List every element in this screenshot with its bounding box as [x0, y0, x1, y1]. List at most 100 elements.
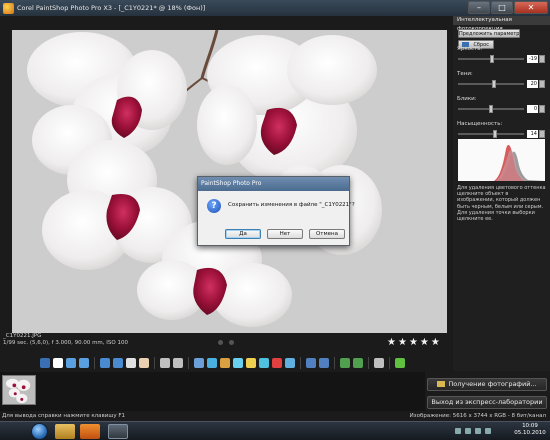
suggest-settings-button[interactable]: Предложить параметры [458, 29, 520, 38]
delete-icon[interactable] [53, 358, 63, 368]
save-changes-dialog: PaintShop Photo Pro ? Сохранить изменени… [197, 176, 355, 246]
slider-value-input[interactable]: 0 [527, 105, 538, 113]
flag-tray-icon[interactable] [475, 428, 481, 434]
next-image-button[interactable] [229, 340, 234, 345]
star-icon[interactable]: ★ [409, 338, 418, 348]
folder-icon [437, 381, 446, 387]
power-icon[interactable] [485, 428, 491, 434]
slider-spinner[interactable] [539, 80, 545, 88]
toolbar-separator [334, 357, 335, 369]
toolbar-separator [368, 357, 369, 369]
slider-handle[interactable] [492, 80, 497, 88]
zoom-icon[interactable] [126, 358, 136, 368]
paintshop-taskbar-icon[interactable] [108, 424, 128, 439]
slider-track[interactable] [458, 130, 524, 138]
no-button[interactable]: Нет [267, 229, 303, 239]
color-balance-icon[interactable] [220, 358, 230, 368]
histogram-graph [458, 144, 545, 181]
paintshop-app-icon[interactable] [3, 2, 14, 14]
clock[interactable]: 10:09 05.10.2010 [512, 423, 548, 437]
clone-icon[interactable] [306, 358, 316, 368]
fill-light-icon[interactable] [233, 358, 243, 368]
express-lab-icon[interactable] [395, 358, 405, 368]
slider-value-input[interactable]: -19 [527, 55, 538, 63]
panel-description: Для удаления цветового оттенка щелкните … [457, 185, 546, 223]
toolbar-separator [154, 357, 155, 369]
rotate-icon[interactable] [160, 358, 170, 368]
retouch-icon[interactable] [285, 358, 295, 368]
straighten-icon[interactable] [207, 358, 217, 368]
slider-handle[interactable] [489, 105, 493, 113]
slider-label: Тени: [457, 71, 473, 77]
slider-spinner[interactable] [539, 55, 545, 63]
star-icon[interactable]: ★ [420, 338, 429, 348]
get-photos-label: Получение фотографий... [448, 380, 537, 388]
exit-express-lab-button[interactable]: Выход из экспресс-лаборатории [427, 396, 547, 409]
title-bar: Corel PaintShop Photo Pro X3 - [_C1Y0221… [0, 0, 550, 16]
panel-title: Интеллектуальная фотокоррекция [453, 16, 550, 32]
sharpen-icon[interactable] [246, 358, 256, 368]
media-player-taskbar-icon[interactable] [80, 424, 100, 439]
red-eye-icon[interactable] [272, 358, 282, 368]
start-button[interactable] [31, 423, 48, 440]
thumbnail[interactable] [2, 375, 36, 405]
slider-value-input[interactable]: 14 [527, 130, 538, 138]
window-controls: – □ ✕ [468, 1, 548, 14]
slider-track[interactable] [458, 55, 524, 63]
close-button[interactable]: ✕ [514, 1, 548, 14]
volume-icon[interactable] [465, 428, 471, 434]
question-icon: ? [207, 199, 221, 213]
star-icon[interactable]: ★ [398, 338, 407, 348]
previous-image-button[interactable] [218, 340, 223, 345]
yes-button[interactable]: Да [225, 229, 261, 239]
rating-stars[interactable]: ★ ★ ★ ★ ★ [387, 338, 440, 348]
image-filename: _C1Y0221.JPG [3, 333, 42, 339]
crop-icon[interactable] [173, 358, 183, 368]
taskbar: 10:09 05.10.2010 [0, 421, 550, 440]
image-navigation [218, 340, 234, 345]
histogram [458, 139, 545, 181]
edit-icon[interactable] [40, 358, 50, 368]
toolbar-separator [188, 357, 189, 369]
status-image-info: Изображение: 5616 x 3744 x RGB - 8 бит/к… [409, 413, 546, 419]
get-photos-button[interactable]: Получение фотографий... [427, 378, 547, 391]
slider-label: Яркость: [457, 46, 483, 52]
image-info: _C1Y0221.JPG 1/99 sec. (5,6,0), f 3.000,… [3, 333, 128, 347]
star-icon[interactable]: ★ [387, 338, 396, 348]
unflag-icon[interactable] [353, 358, 363, 368]
slider-track[interactable] [458, 105, 524, 113]
redo-icon[interactable] [79, 358, 89, 368]
actual-size-icon[interactable] [113, 358, 123, 368]
orchid-thumbnail-image [3, 376, 35, 404]
network-icon[interactable] [455, 428, 461, 434]
window-title: Corel PaintShop Photo Pro X3 - [_C1Y0221… [17, 4, 206, 12]
makeover-icon[interactable] [259, 358, 269, 368]
toolbar-separator [300, 357, 301, 369]
slider-value-input[interactable]: 20 [527, 80, 538, 88]
image-exif: 1/99 sec. (5,6,0), f 3.000, 90.00 mm, IS… [3, 340, 128, 346]
tool-bar [40, 356, 405, 370]
maximize-button[interactable]: □ [491, 1, 513, 14]
filmstrip [0, 372, 425, 411]
slider-spinner[interactable] [539, 130, 545, 138]
smart-photo-fix-icon[interactable] [194, 358, 204, 368]
cancel-button[interactable]: Отмена [309, 229, 345, 239]
trash-icon[interactable] [374, 358, 384, 368]
flag-icon[interactable] [340, 358, 350, 368]
undo-icon[interactable] [66, 358, 76, 368]
slider-label: Блики: [457, 96, 477, 102]
star-icon[interactable]: ★ [431, 338, 440, 348]
status-bar: Для вывода справки нажмите клавишу F1 Из… [0, 412, 550, 421]
fit-window-icon[interactable] [100, 358, 110, 368]
minimize-button[interactable]: – [468, 1, 490, 14]
slider-handle[interactable] [492, 130, 497, 138]
clock-time: 10:09 [522, 423, 538, 429]
dialog-message: Сохранить изменения в файле "_C1Y0221"? [228, 202, 355, 208]
slider-track[interactable] [458, 80, 524, 88]
slider-spinner[interactable] [539, 105, 545, 113]
dialog-title: PaintShop Photo Pro [198, 177, 349, 191]
slider-handle[interactable] [490, 55, 495, 63]
pan-icon[interactable] [139, 358, 149, 368]
scratch-remover-icon[interactable] [319, 358, 329, 368]
explorer-taskbar-icon[interactable] [55, 424, 75, 439]
